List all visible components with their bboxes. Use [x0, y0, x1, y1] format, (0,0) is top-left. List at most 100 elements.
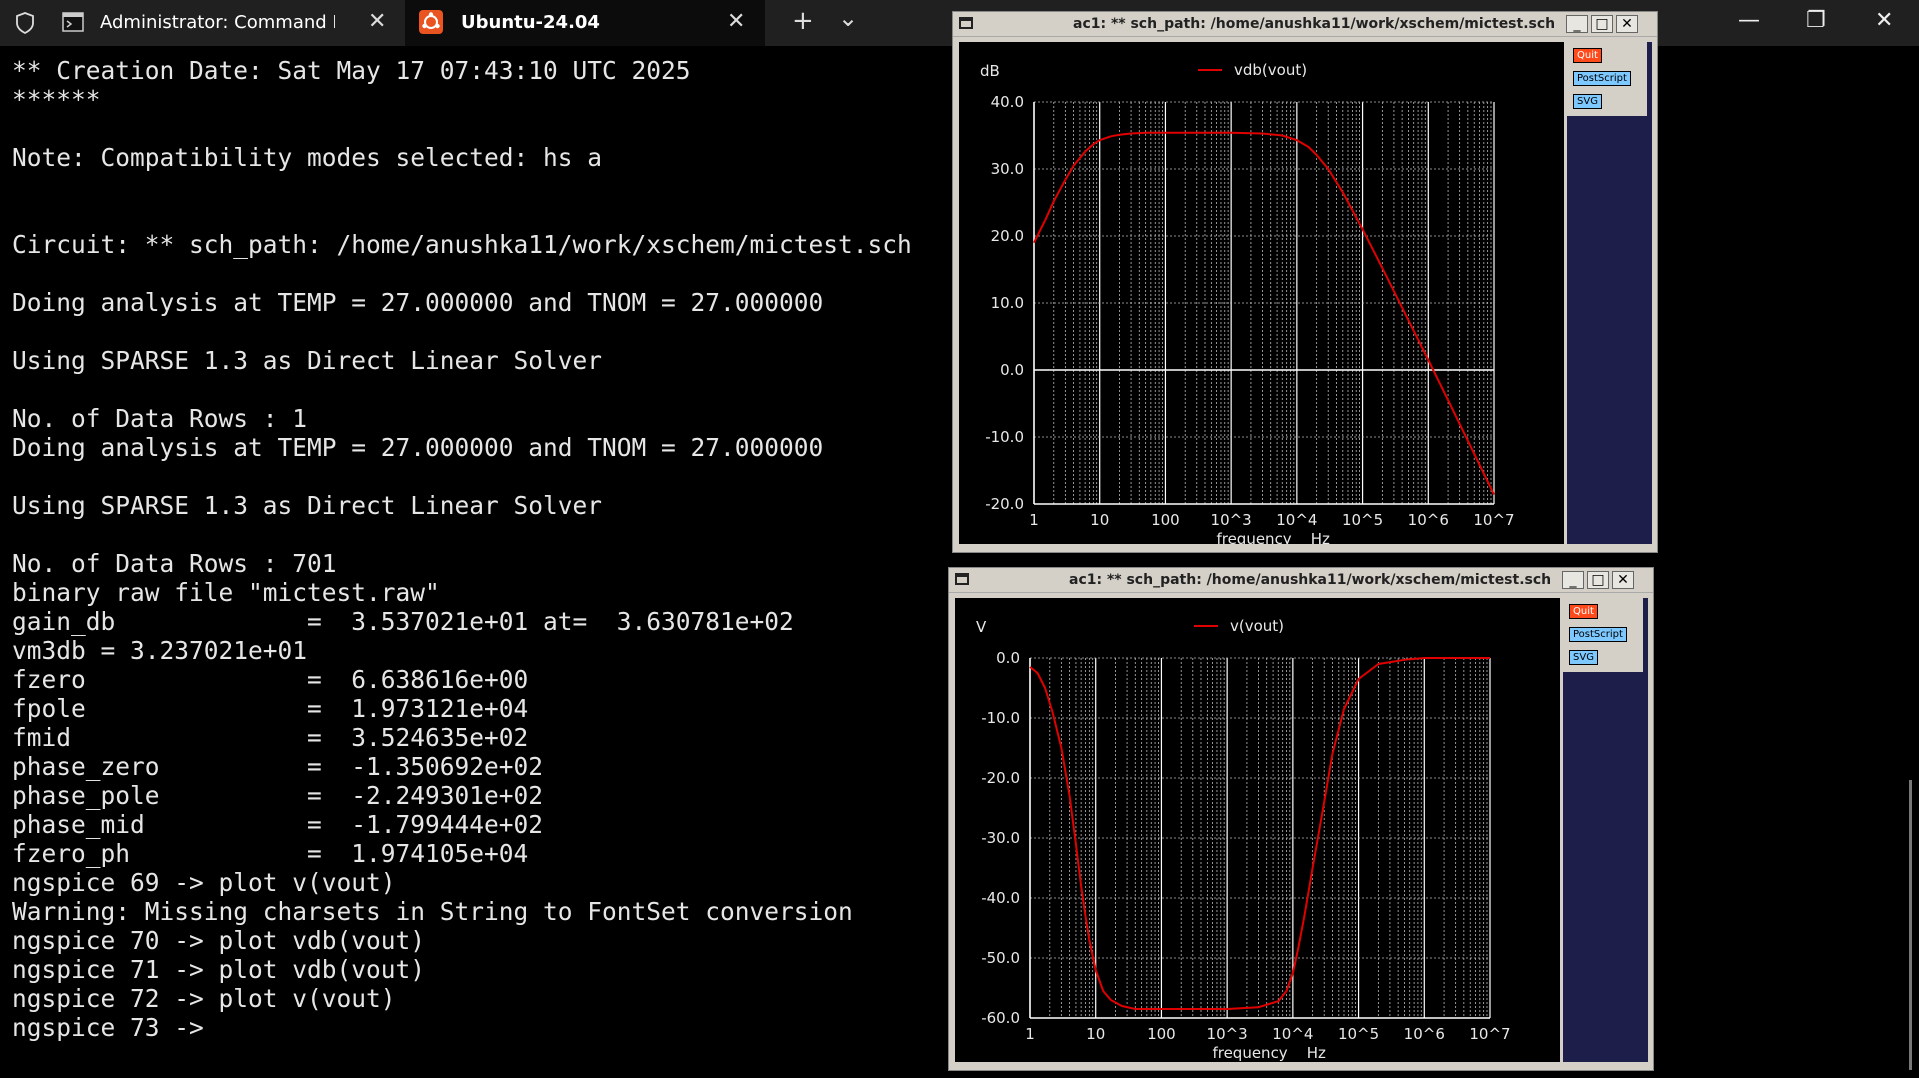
x-tick-label: 10^4 — [1272, 1025, 1313, 1043]
terminal-line: Note: Compatibility modes selected: hs a — [12, 143, 603, 172]
minimize-button[interactable]: _ — [1566, 15, 1588, 33]
plot-button-panel: Quit PostScript SVG — [1567, 42, 1652, 544]
postscript-button[interactable]: PostScript — [1569, 627, 1627, 642]
terminal-line: No. of Data Rows : 701 — [12, 549, 337, 578]
close-button[interactable]: ✕ — [1612, 571, 1634, 589]
terminal-line: ** Creation Date: Sat May 17 07:43:10 UT… — [12, 56, 691, 85]
terminal-line: fzero = 6.638616e+00 — [12, 665, 529, 694]
x-tick-label: 10^5 — [1342, 511, 1383, 529]
plot-window-vdb: ac1: ** sch_path: /home/anushka11/work/x… — [952, 11, 1658, 553]
y-tick-label: -20.0 — [981, 769, 1020, 787]
x-tick-label: 10^6 — [1408, 511, 1449, 529]
plot-window-v: ac1: ** sch_path: /home/anushka11/work/x… — [948, 567, 1654, 1071]
maximize-button[interactable]: □ — [1591, 15, 1613, 33]
y-axis-label: dB — [980, 62, 1000, 80]
terminal-line: ngspice 69 -> plot v(vout) — [12, 868, 396, 897]
close-button[interactable]: ✕ — [1616, 15, 1638, 33]
plot-button-panel: Quit PostScript SVG — [1563, 598, 1648, 1062]
plot-canvas[interactable]: 0.0 -10.0 -20.0 -30.0 -40.0 -50.0 -60.0 1 10 100 1… — [955, 598, 1560, 1062]
terminal-line: phase_mid = -1.799444e+02 — [12, 810, 544, 839]
quit-button[interactable]: Quit — [1569, 604, 1598, 619]
window-title: ac1: ** sch_path: /home/anushka11/work/x… — [1073, 16, 1556, 32]
terminal-line: fmid = 3.524635e+02 — [12, 723, 529, 752]
y-tick-label: 20.0 — [991, 227, 1024, 245]
y-tick-label: 30.0 — [991, 160, 1024, 178]
minimize-button[interactable]: _ — [1562, 571, 1584, 589]
scrollbar-thumb[interactable] — [1909, 780, 1912, 1070]
tab-command-prompt[interactable]: Administrator: Command Pron ✕ — [50, 0, 400, 46]
x-tick-label: 1 — [1025, 1025, 1035, 1043]
terminal-output[interactable]: ** Creation Date: Sat May 17 07:43:10 UT… — [12, 56, 952, 1066]
y-tick-label: -40.0 — [981, 889, 1020, 907]
ubuntu-icon — [419, 10, 443, 34]
x-tick-label: 10^7 — [1469, 1025, 1510, 1043]
postscript-button[interactable]: PostScript — [1573, 71, 1631, 86]
window-title: ac1: ** sch_path: /home/anushka11/work/x… — [1069, 572, 1552, 588]
plot-canvas[interactable]: 40.0 30.0 20.0 10.0 0.0 -10.0 -20.0 1 10 100 10^3 1… — [959, 42, 1564, 548]
terminal-line: binary raw file "mictest.raw" — [12, 578, 440, 607]
window-menu-icon[interactable] — [955, 573, 969, 585]
grid — [1029, 657, 1491, 1019]
tab-label: Administrator: Command Pron — [100, 12, 335, 33]
x-tick-label: 100 — [1147, 1025, 1176, 1043]
window-menu-icon[interactable] — [959, 17, 973, 29]
x-tick-label: 10^6 — [1404, 1025, 1445, 1043]
x-tick-label: 10 — [1086, 1025, 1105, 1043]
terminal-line: Using SPARSE 1.3 as Direct Linear Solver — [12, 491, 603, 520]
x-axis-label: frequency Hz — [1216, 530, 1330, 544]
y-tick-label: -30.0 — [981, 829, 1020, 847]
terminal-line: No. of Data Rows : 1 — [12, 404, 308, 433]
y-tick-label: 0.0 — [996, 649, 1020, 667]
window-title-bar[interactable]: ac1: ** sch_path: /home/anushka11/work/x… — [953, 12, 1657, 37]
terminal-line: ngspice 73 -> — [12, 1013, 204, 1042]
terminal-line: gain_db = 3.537021e+01 at= 3.630781e+02 — [12, 607, 794, 636]
x-tick-label: 10^5 — [1338, 1025, 1379, 1043]
y-tick-label: -50.0 — [981, 949, 1020, 967]
chevron-down-icon[interactable]: ⌄ — [838, 4, 858, 32]
legend-label: v(vout) — [1230, 617, 1284, 635]
tab-ubuntu[interactable]: Ubuntu-24.04 ✕ — [405, 0, 765, 46]
terminal-line: vm3db = 3.237021e+01 — [12, 636, 308, 665]
maximize-button[interactable]: ❐ — [1806, 8, 1826, 33]
x-tick-label: 1 — [1029, 511, 1039, 529]
minimize-button[interactable]: — — [1738, 8, 1760, 33]
close-window-button[interactable]: ✕ — [1875, 8, 1893, 33]
close-icon[interactable]: ✕ — [368, 9, 386, 34]
terminal-line: Doing analysis at TEMP = 27.000000 and T… — [12, 433, 824, 462]
x-tick-label: 10 — [1090, 511, 1109, 529]
legend-label: vdb(vout) — [1234, 61, 1307, 79]
svg-button[interactable]: SVG — [1573, 94, 1602, 109]
maximize-button[interactable]: □ — [1587, 571, 1609, 589]
v-chart: 0.0 -10.0 -20.0 -30.0 -40.0 -50.0 -60.0 1 10 100 1… — [976, 617, 1511, 1062]
y-tick-label: -10.0 — [981, 709, 1020, 727]
terminal-line: ngspice 71 -> plot vdb(vout) — [12, 955, 426, 984]
terminal-line: ngspice 70 -> plot vdb(vout) — [12, 926, 426, 955]
window-title-bar[interactable]: ac1: ** sch_path: /home/anushka11/work/x… — [949, 568, 1653, 593]
terminal-line: Circuit: ** sch_path: /home/anushka11/wo… — [12, 230, 912, 259]
terminal-line: Warning: Missing charsets in String to F… — [12, 897, 853, 926]
y-tick-label: -60.0 — [981, 1009, 1020, 1027]
new-tab-button[interactable]: + — [792, 6, 814, 36]
terminal-line: Doing analysis at TEMP = 27.000000 and T… — [12, 288, 824, 317]
tab-label: Ubuntu-24.04 — [461, 12, 600, 33]
quit-button[interactable]: Quit — [1573, 48, 1602, 63]
close-icon[interactable]: ✕ — [727, 9, 745, 34]
vdb-chart: 40.0 30.0 20.0 10.0 0.0 -10.0 -20.0 1 10 100 10^3 1… — [980, 61, 1515, 548]
y-axis-label: V — [976, 618, 987, 636]
y-tick-label: 0.0 — [1000, 361, 1024, 379]
y-tick-label: 40.0 — [991, 93, 1024, 111]
terminal-line: phase_pole = -2.249301e+02 — [12, 781, 544, 810]
y-tick-label: -20.0 — [985, 495, 1024, 513]
svg-button[interactable]: SVG — [1569, 650, 1598, 665]
x-tick-label: 10^7 — [1473, 511, 1514, 529]
terminal-line: ngspice 72 -> plot v(vout) — [12, 984, 396, 1013]
shield-icon[interactable] — [14, 11, 36, 35]
